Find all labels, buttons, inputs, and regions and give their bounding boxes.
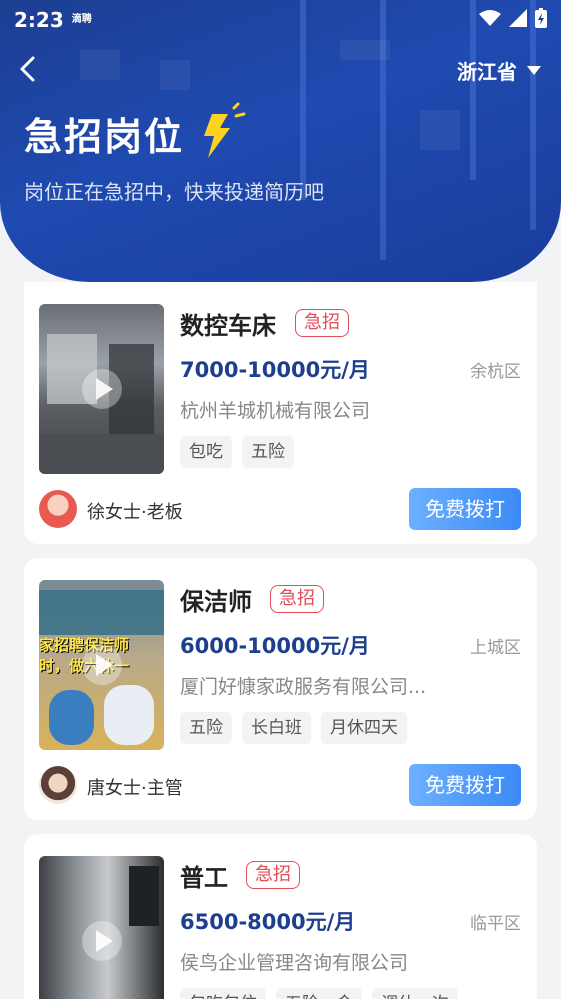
province-label: 浙江省: [457, 60, 517, 84]
job-title: 数控车床: [180, 312, 276, 340]
job-video-thumbnail[interactable]: 家招聘保洁师 时，做六休一: [39, 580, 164, 750]
job-video-thumbnail[interactable]: [39, 304, 164, 474]
benefit-tags: 五险 长白班 月休四天: [180, 712, 407, 744]
job-card[interactable]: 家招聘保洁师 时，做六休一 保洁师 急招 6000-10000元/月 上城区 厦…: [24, 558, 537, 820]
benefit-tag: 长白班: [242, 712, 311, 744]
free-call-button[interactable]: 免费拨打: [409, 764, 521, 806]
benefit-tag: 调休一次: [372, 988, 458, 999]
job-card[interactable]: 数控车床 急招 7000-10000元/月 余杭区 杭州羊城机械有限公司 包吃 …: [24, 282, 537, 544]
page-title: 急招岗位: [24, 115, 185, 159]
benefit-tag: 包吃: [180, 436, 232, 468]
job-salary: 7000-10000元/月: [180, 358, 370, 382]
header-banner: 2:23 滴聘 浙江省 急招岗位 岗位正在急招中，快来投递简历吧: [0, 0, 561, 282]
status-bar: 2:23 滴聘: [0, 0, 561, 40]
company-name: 厦门好慷家政服务有限公司...: [180, 676, 427, 698]
back-arrow-icon[interactable]: [14, 54, 44, 84]
page-subtitle: 岗位正在急招中，快来投递简历吧: [24, 180, 324, 204]
play-icon: [81, 921, 122, 961]
decor-tile: [420, 110, 460, 150]
job-title: 保洁师: [180, 588, 252, 616]
company-name: 侯鸟企业管理咨询有限公司: [180, 952, 409, 974]
job-video-thumbnail[interactable]: [39, 856, 164, 999]
contact-name: 徐女士·老板: [87, 502, 183, 523]
benefit-tags: 包吃包住 五险一金 调休一次: [180, 988, 458, 999]
benefit-tag: 五险一金: [276, 988, 362, 999]
company-name: 杭州羊城机械有限公司: [180, 400, 371, 422]
job-card[interactable]: 普工 急招 6500-8000元/月 临平区 侯鸟企业管理咨询有限公司 包吃包住…: [24, 834, 537, 999]
decor-tile: [160, 60, 190, 90]
status-time: 2:23: [14, 8, 64, 32]
job-district: 余杭区: [470, 362, 521, 382]
decor-tile: [80, 50, 120, 80]
benefit-tags: 包吃 五险: [180, 436, 294, 468]
play-icon: [81, 369, 122, 409]
caret-down-icon: [527, 66, 541, 75]
benefit-tag: 五险: [180, 712, 232, 744]
urgent-badge: 急招: [270, 585, 324, 613]
province-selector[interactable]: 浙江省: [457, 56, 541, 85]
avatar: [39, 490, 77, 528]
job-salary: 6500-8000元/月: [180, 910, 356, 934]
job-district: 上城区: [470, 638, 521, 658]
benefit-tag: 月休四天: [321, 712, 407, 744]
job-salary: 6000-10000元/月: [180, 634, 370, 658]
benefit-tag: 包吃包住: [180, 988, 266, 999]
play-icon: [81, 645, 122, 685]
contact-name: 唐女士·主管: [87, 778, 183, 799]
lightning-icon: [204, 102, 246, 158]
wifi-icon: [479, 10, 501, 26]
job-title: 普工: [180, 864, 228, 892]
battery-icon: [535, 8, 547, 28]
urgent-badge: 急招: [246, 861, 300, 889]
signal-icon: [509, 9, 527, 27]
free-call-button[interactable]: 免费拨打: [409, 488, 521, 530]
status-app-badge: 滴聘: [71, 14, 92, 25]
urgent-badge: 急招: [295, 309, 349, 337]
avatar: [39, 766, 77, 804]
job-district: 临平区: [470, 914, 521, 934]
benefit-tag: 五险: [242, 436, 294, 468]
decor-tile: [340, 40, 390, 60]
